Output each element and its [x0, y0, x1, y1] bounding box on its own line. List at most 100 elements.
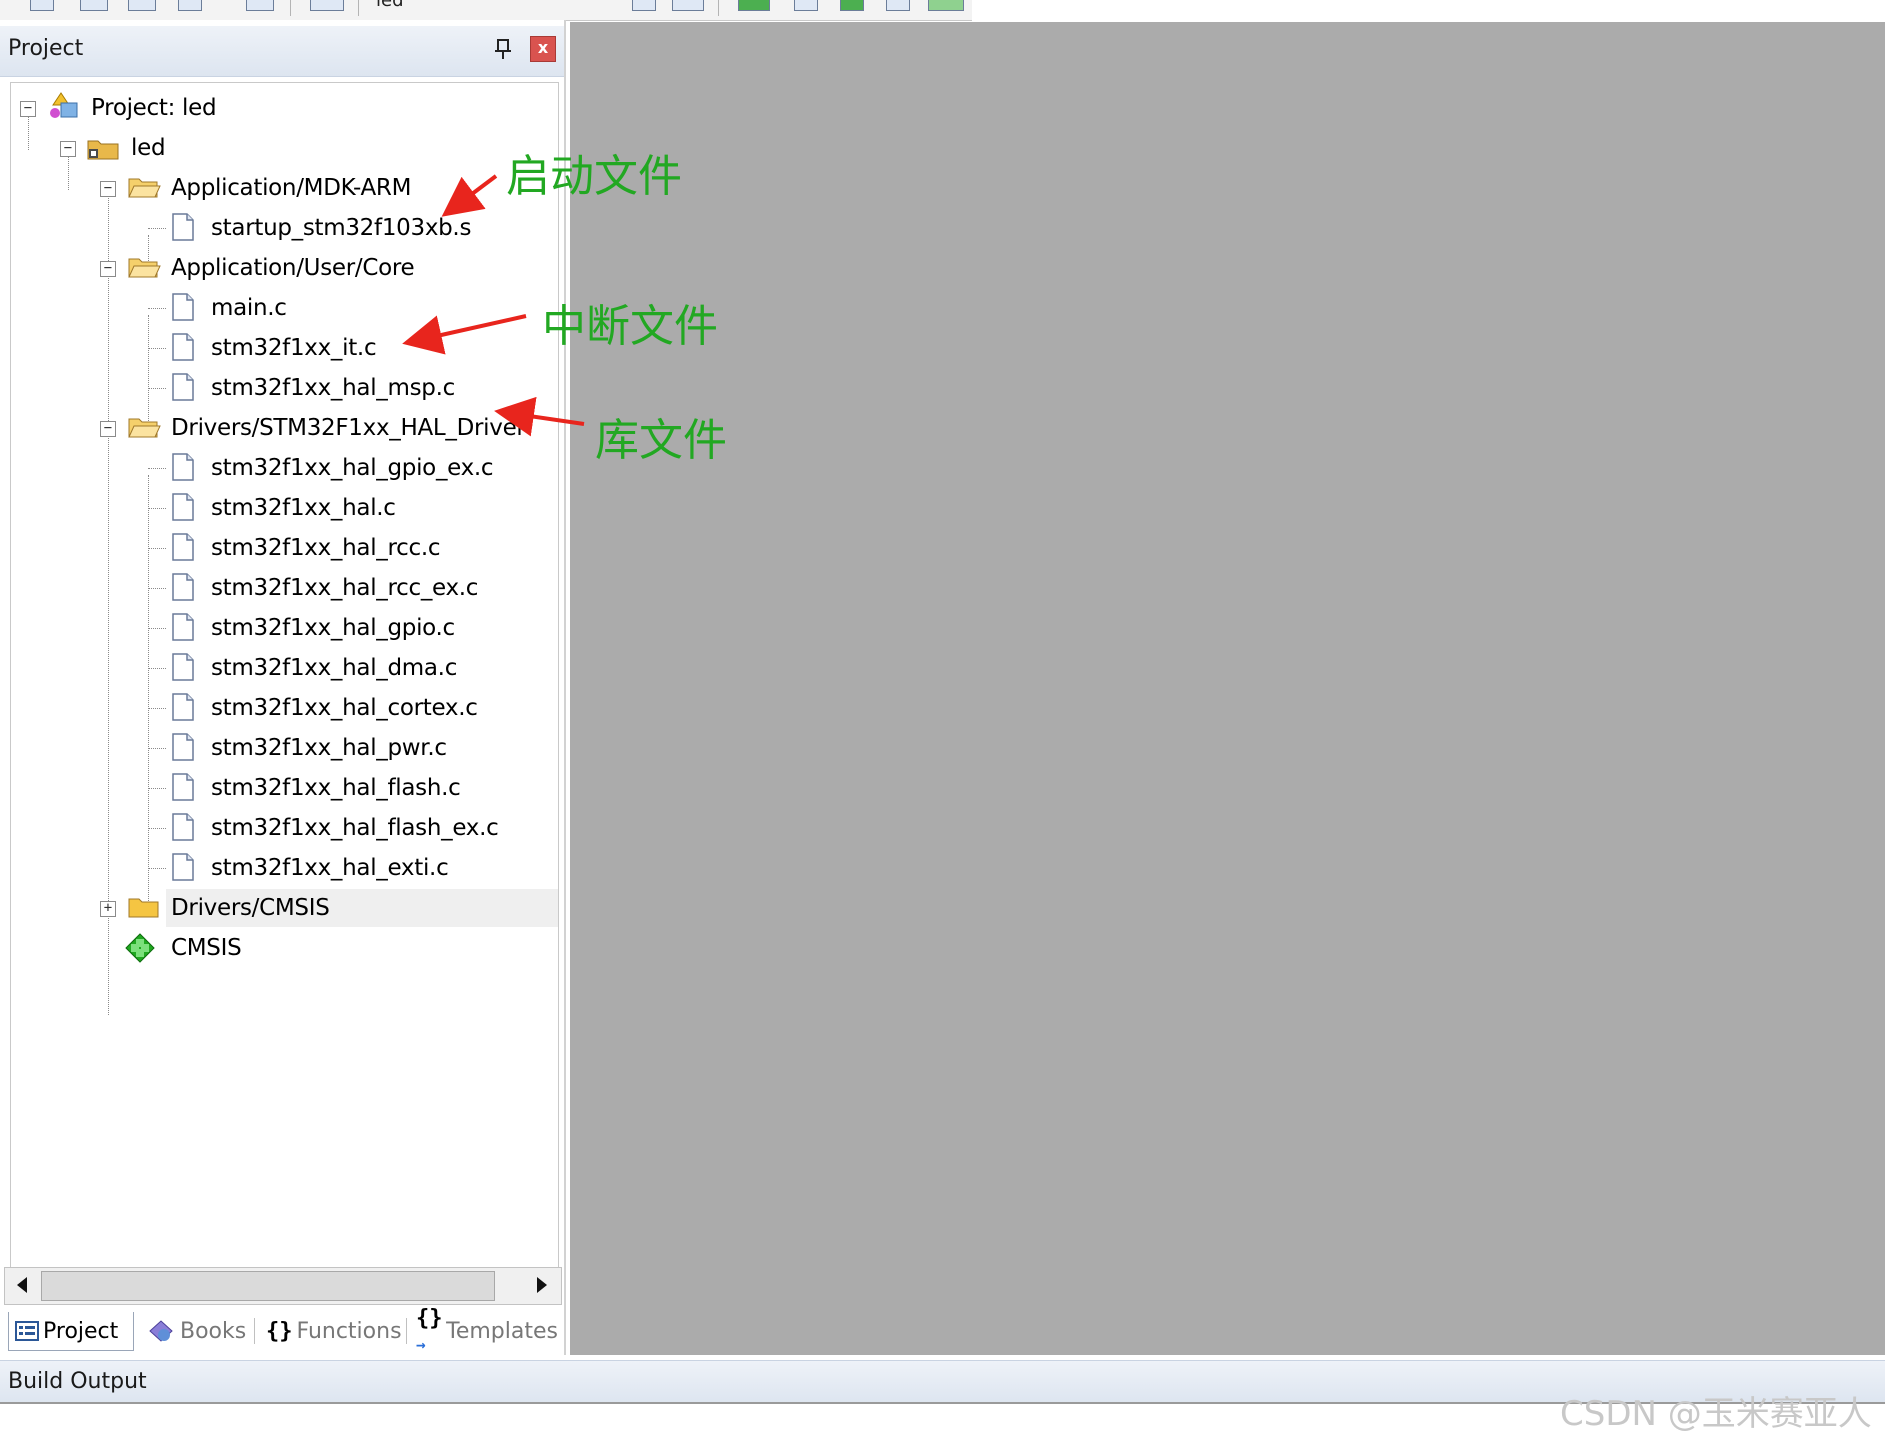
toolbar-button[interactable] — [672, 0, 704, 11]
books-icon — [149, 1320, 173, 1342]
file-icon — [172, 333, 194, 361]
tree-file[interactable]: stm32f1xx_hal_exti.c — [11, 849, 449, 887]
toolbar-button[interactable] — [632, 0, 656, 11]
file-icon — [172, 373, 194, 401]
tree-group-label: Drivers/CMSIS — [171, 895, 330, 921]
tree-group-label: Drivers/STM32F1xx_HAL_Driver — [171, 415, 526, 441]
build-output-title: Build Output — [8, 1369, 147, 1394]
tab-books-label: Books — [180, 1318, 247, 1344]
scroll-left-icon[interactable] — [7, 1270, 37, 1300]
target-folder-icon — [87, 140, 119, 160]
collapse-icon[interactable]: − — [20, 101, 36, 117]
tab-separator — [254, 1318, 255, 1344]
project-pane-header: Project x — [0, 26, 564, 77]
tree-group[interactable]: − Application/User/Core — [11, 249, 415, 287]
tree-file[interactable]: stm32f1xx_hal_dma.c — [11, 649, 457, 687]
editor-area[interactable] — [570, 22, 1885, 1355]
file-icon — [172, 693, 194, 721]
tree-file[interactable]: startup_stm32f103xb.s — [11, 209, 471, 247]
tree-file[interactable]: stm32f1xx_hal_rcc_ex.c — [11, 569, 478, 607]
tab-functions-label: Functions — [296, 1318, 402, 1344]
scroll-right-icon[interactable] — [527, 1270, 557, 1300]
toolbar-button[interactable] — [80, 0, 108, 11]
tree-file[interactable]: main.c — [11, 289, 287, 327]
tree-line — [148, 308, 166, 309]
tree-component[interactable]: CMSIS — [11, 929, 242, 967]
toolbar-button[interactable] — [928, 0, 964, 11]
project-tab-icon — [15, 1321, 39, 1341]
tree-file[interactable]: stm32f1xx_hal_rcc.c — [11, 529, 440, 567]
tree-file-label: main.c — [211, 295, 287, 321]
tree-file[interactable]: stm32f1xx_it.c — [11, 329, 377, 367]
tree-group[interactable]: + Drivers/CMSIS — [11, 889, 330, 927]
file-icon — [172, 533, 194, 561]
watermark: CSDN @玉米赛亚人 — [1560, 1394, 1872, 1434]
project-pane: Project x − Project: led − led − Applica… — [0, 20, 566, 1355]
collapse-icon[interactable]: − — [60, 141, 76, 157]
tree-file[interactable]: stm32f1xx_hal_flash_ex.c — [11, 809, 499, 847]
toolbar-button[interactable] — [178, 0, 202, 11]
tree-file-label: stm32f1xx_hal_rcc_ex.c — [211, 575, 479, 601]
toolbar-button[interactable] — [794, 0, 818, 11]
tree-line — [148, 588, 166, 589]
tree-file-label: stm32f1xx_hal.c — [211, 495, 396, 521]
annotation-startup: 启动文件 — [506, 151, 682, 202]
annotation-library: 库文件 — [595, 415, 727, 466]
tree-target-label: led — [131, 135, 166, 161]
toolbar-button[interactable] — [738, 0, 770, 11]
tree-file-label: stm32f1xx_hal_gpio.c — [211, 615, 455, 641]
folder-open-icon — [128, 258, 161, 278]
tree-root-label: Project: led — [91, 95, 217, 121]
tree-file[interactable]: stm32f1xx_hal_pwr.c — [11, 729, 447, 767]
target-select[interactable]: led — [376, 0, 404, 11]
tree-line — [148, 388, 166, 389]
file-icon — [172, 853, 194, 881]
folder-open-icon — [128, 178, 161, 198]
toolbar-button[interactable] — [310, 0, 344, 11]
pin-icon[interactable] — [494, 38, 512, 60]
project-tree: − Project: led − led − Application/MDK-A… — [10, 82, 559, 1283]
tab-templates[interactable]: {}→ Templates — [410, 1306, 558, 1354]
file-icon — [172, 653, 194, 681]
tab-functions[interactable]: {} Functions — [260, 1312, 410, 1350]
tree-group[interactable]: − Drivers/STM32F1xx_HAL_Driver — [11, 409, 526, 447]
tree-file[interactable]: stm32f1xx_hal.c — [11, 489, 396, 527]
collapse-icon[interactable]: − — [100, 181, 116, 197]
tab-project[interactable]: Project — [8, 1312, 134, 1351]
tree-target[interactable]: − led — [11, 129, 166, 167]
file-icon — [172, 813, 194, 841]
tree-line — [148, 628, 166, 629]
collapse-icon[interactable]: − — [100, 421, 116, 437]
tree-group-label: Application/User/Core — [171, 255, 415, 281]
scroll-thumb[interactable] — [41, 1271, 495, 1301]
tree-file[interactable]: stm32f1xx_hal_flash.c — [11, 769, 461, 807]
toolbar-button[interactable] — [30, 0, 54, 11]
toolbar-button[interactable] — [246, 0, 274, 11]
tree-root[interactable]: − Project: led — [11, 89, 217, 127]
toolbar-button[interactable] — [886, 0, 910, 11]
toolbar: led — [0, 0, 972, 21]
collapse-icon[interactable]: − — [100, 261, 116, 277]
tree-file-label: stm32f1xx_hal_cortex.c — [211, 695, 478, 721]
tree-file[interactable]: stm32f1xx_hal_gpio.c — [11, 609, 455, 647]
tree-file[interactable]: stm32f1xx_hal_cortex.c — [11, 689, 478, 727]
tab-project-label: Project — [43, 1318, 119, 1344]
tab-books[interactable]: Books — [140, 1312, 256, 1350]
toolbar-separator — [718, 0, 719, 16]
tree-component-label: CMSIS — [171, 935, 242, 961]
file-icon — [172, 613, 194, 641]
expand-icon[interactable]: + — [100, 901, 116, 917]
tree-file-label: stm32f1xx_hal_gpio_ex.c — [211, 455, 494, 481]
tree-file[interactable]: stm32f1xx_hal_gpio_ex.c — [11, 449, 494, 487]
close-button[interactable]: x — [530, 36, 556, 62]
horizontal-scrollbar[interactable] — [4, 1267, 562, 1305]
folder-closed-icon — [128, 898, 159, 918]
tree-group[interactable]: − Application/MDK-ARM — [11, 169, 411, 207]
toolbar-button[interactable] — [128, 0, 156, 11]
tree-file[interactable]: stm32f1xx_hal_msp.c — [11, 369, 455, 407]
toolbar-button[interactable] — [840, 0, 864, 11]
braces-icon: {} — [266, 1318, 293, 1344]
tree-file-label: stm32f1xx_hal_msp.c — [211, 375, 455, 401]
templates-icon: {}→ — [416, 1306, 443, 1354]
tab-templates-label: Templates — [446, 1318, 558, 1344]
